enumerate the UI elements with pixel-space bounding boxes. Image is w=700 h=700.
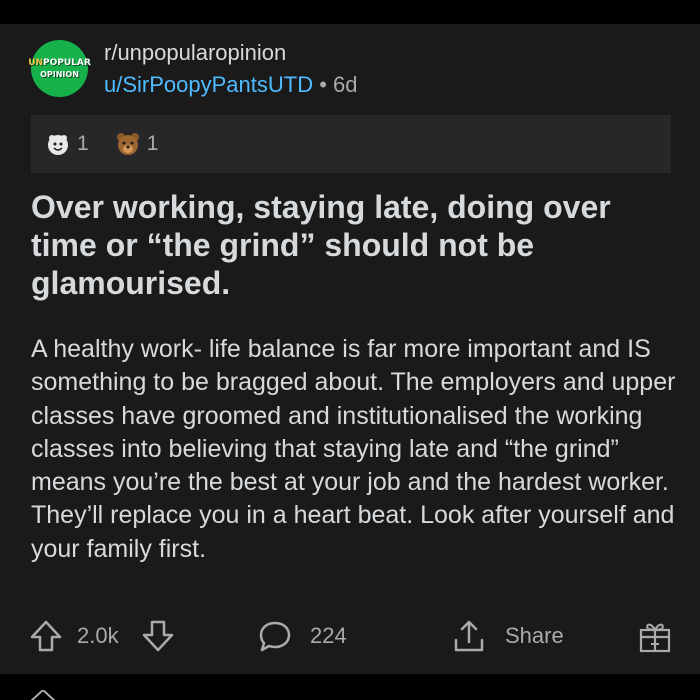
share-icon	[454, 620, 484, 652]
wholesome-award-icon	[48, 135, 68, 155]
community-logo[interactable]: UNPOPULAR OPINION	[28, 40, 91, 97]
post-card: UNPOPULAR OPINION r/unpopularopinion u/S…	[0, 24, 700, 674]
meta-separator: •	[319, 72, 327, 97]
next-post-strip	[0, 674, 700, 700]
comment-count: 224	[310, 623, 347, 648]
gift-icon	[639, 623, 671, 653]
award-wholesome[interactable]: 1	[45, 131, 89, 157]
award-bear[interactable]: 1	[115, 131, 159, 157]
upvote-button[interactable]	[28, 614, 64, 658]
next-upvote-icon	[30, 690, 56, 700]
action-bar: 2.0k 224 Share	[0, 614, 700, 658]
vote-score: 2.0k	[77, 623, 119, 648]
award-count: 1	[77, 132, 89, 155]
comments-button[interactable]: 224	[258, 614, 347, 658]
comment-icon	[259, 621, 291, 652]
bear-award-icon	[116, 133, 139, 155]
downvote-button[interactable]	[140, 614, 176, 658]
post-body: A healthy work- life balance is far more…	[31, 335, 676, 563]
share-label: Share	[505, 623, 564, 648]
post-meta: u/SirPoopyPantsUTD • 6d	[104, 72, 358, 98]
upvote-icon	[30, 620, 62, 652]
community-logo-line1: UNPOPULAR	[28, 57, 91, 68]
community-logo-line2: OPINION	[40, 69, 79, 79]
post-age: 6d	[333, 72, 358, 97]
share-button[interactable]: Share	[451, 614, 564, 658]
community-name[interactable]: r/unpopularopinion	[104, 40, 286, 66]
awards-bar[interactable]: 1 1	[31, 115, 671, 173]
post-title[interactable]: Over working, staying late, doing over t…	[31, 188, 671, 302]
award-button[interactable]	[637, 614, 673, 658]
author-link[interactable]: u/SirPoopyPantsUTD	[104, 72, 313, 97]
downvote-icon	[142, 620, 174, 652]
award-count: 1	[146, 132, 159, 155]
